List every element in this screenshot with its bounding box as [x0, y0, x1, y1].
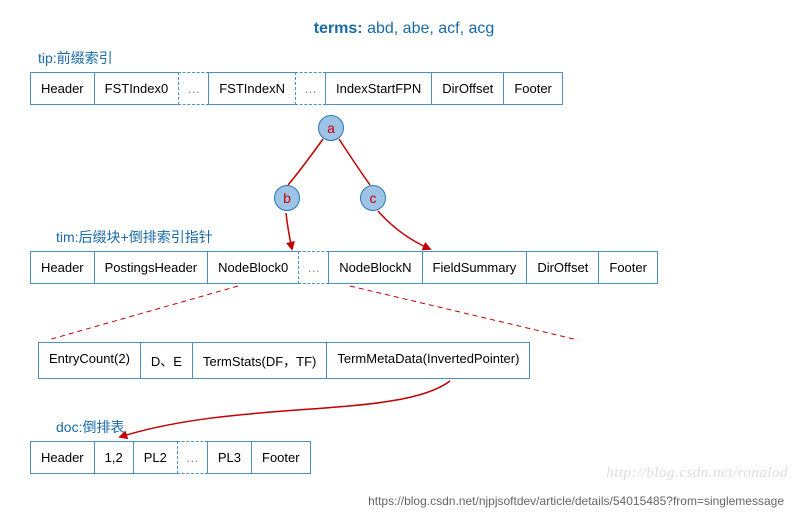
cell: …: [298, 251, 329, 284]
tip-label: tip:前缀索引: [38, 48, 788, 68]
cell: 1,2: [94, 441, 134, 474]
cell: FSTIndex0: [94, 72, 180, 105]
cell: PL3: [207, 441, 252, 474]
cell: DirOffset: [526, 251, 599, 284]
cell: Footer: [251, 441, 311, 474]
terms-prefix: terms:: [314, 20, 363, 37]
doc-label: doc:倒排表: [56, 417, 124, 437]
cell: …: [177, 441, 208, 474]
terms-value: abd, abe, acf, acg: [367, 20, 494, 37]
tree-node-b: b: [274, 185, 300, 211]
detail-row: EntryCount(2)D、ETermStats(DF，TF)TermMeta…: [38, 342, 788, 379]
cell: Header: [30, 72, 95, 105]
tree-container: a b c tim:后缀块+倒排索引指针: [20, 111, 788, 251]
cell: …: [178, 72, 209, 105]
tim-row: HeaderPostingsHeaderNodeBlock0…NodeBlock…: [30, 251, 788, 284]
tree-node-a: a: [318, 115, 344, 141]
cell: Footer: [503, 72, 563, 105]
cell: Footer: [598, 251, 658, 284]
tim-label: tim:后缀块+倒排索引指针: [56, 227, 213, 247]
cell: NodeBlock0: [207, 251, 299, 284]
cell: D、E: [140, 342, 193, 379]
cell: PostingsHeader: [94, 251, 209, 284]
cell: IndexStartFPN: [325, 72, 432, 105]
cell: TermMetaData(InvertedPointer): [326, 342, 530, 379]
cell: NodeBlockN: [328, 251, 422, 284]
watermark: http://blog.csdn.net/ronalod: [606, 465, 788, 482]
cell: …: [295, 72, 326, 105]
tip-row: HeaderFSTIndex0…FSTIndexN…IndexStartFPND…: [30, 72, 788, 105]
tree-node-c: c: [360, 185, 386, 211]
cell: Header: [30, 441, 95, 474]
cell: Header: [30, 251, 95, 284]
terms-header: terms: abd, abe, acf, acg: [20, 20, 788, 38]
cell: EntryCount(2): [38, 342, 141, 379]
citation-link: https://blog.csdn.net/njpjsoftdev/articl…: [20, 494, 784, 508]
cell: FieldSummary: [422, 251, 528, 284]
cell: DirOffset: [431, 72, 504, 105]
cell: PL2: [133, 441, 178, 474]
cell: TermStats(DF，TF): [192, 342, 327, 379]
cell: FSTIndexN: [208, 72, 296, 105]
